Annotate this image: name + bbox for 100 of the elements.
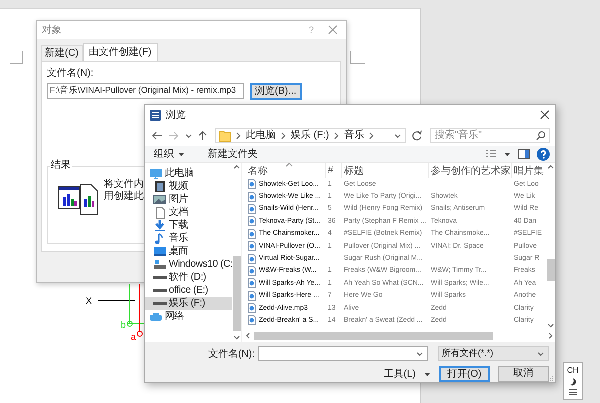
- tab[interactable]: 由文件创建(F): [82, 43, 158, 61]
- field-label: 文件名(N):: [47, 68, 95, 80]
- folder-icon: [219, 130, 231, 142]
- nav-item[interactable]: 文档: [145, 206, 232, 219]
- address-bar[interactable]: 此电脑 娱乐 (F:) 音乐: [215, 128, 406, 143]
- scrollbar-thumb[interactable]: [254, 332, 493, 340]
- picture-icon: [153, 194, 167, 206]
- scroll-right-icon[interactable]: [547, 332, 555, 340]
- scroll-up-icon[interactable]: [546, 163, 554, 171]
- video-icon: [153, 180, 167, 192]
- audio-file-icon: [248, 315, 256, 326]
- close-icon: [540, 110, 550, 120]
- field-label: 文件名(N):: [208, 348, 255, 360]
- breadcrumb-item[interactable]: 娱乐 (F:): [291, 130, 330, 142]
- audio-file-icon: [248, 266, 256, 276]
- audio-file-icon: [248, 278, 256, 288]
- caret-icon[interactable]: [504, 152, 511, 156]
- nav-item[interactable]: 图片: [145, 193, 232, 206]
- drive-icon: [153, 302, 167, 306]
- nav-item[interactable]: office (E:): [145, 284, 232, 297]
- resize-grip-icon[interactable]: [548, 375, 554, 381]
- audio-file-icon: [248, 216, 256, 226]
- sort-caret-icon: [286, 163, 292, 167]
- breadcrumb-item[interactable]: 此电脑: [246, 130, 276, 142]
- chevron-right-icon: [368, 130, 376, 140]
- audio-file-icon: [248, 241, 256, 252]
- column-header[interactable]: #: [326, 163, 342, 178]
- moon-icon: [570, 378, 576, 386]
- audio-file-icon: [248, 228, 256, 239]
- preview-pane-icon[interactable]: [518, 149, 530, 159]
- nav-item[interactable]: 桌面: [145, 245, 232, 258]
- chevron-right-icon: [280, 130, 287, 140]
- audio-file-icon: [248, 290, 256, 301]
- search-field[interactable]: 搜索"音乐": [430, 128, 550, 143]
- column-header[interactable]: 标题: [342, 163, 429, 178]
- description-text: 用创建此: [104, 191, 144, 203]
- computer-icon: [149, 168, 163, 180]
- nav-item[interactable]: 软件 (D:): [145, 271, 232, 284]
- diagram-label: X: [86, 296, 92, 306]
- tools-button[interactable]: 工具(L): [384, 367, 431, 381]
- description-text: 将文件内: [104, 179, 144, 190]
- audio-file-icon: [248, 204, 256, 214]
- column-header[interactable]: 参与创作的艺术家: [429, 163, 512, 178]
- audio-file-icon: [248, 254, 256, 264]
- chevron-down-icon: [537, 350, 545, 358]
- nav-item[interactable]: Windows10 (C:: [145, 258, 232, 271]
- nav-item[interactable]: 视频: [145, 180, 232, 193]
- up-arrow-icon[interactable]: [198, 130, 208, 141]
- nav-item[interactable]: 网络: [145, 310, 232, 323]
- nav-item[interactable]: 下载: [145, 219, 232, 232]
- system-drive-icon: [153, 258, 167, 270]
- refresh-icon[interactable]: [411, 130, 423, 142]
- group-label: 结果: [50, 160, 72, 172]
- search-icon: [536, 130, 546, 140]
- scroll-down-icon[interactable]: [546, 322, 554, 330]
- file-name-field[interactable]: [258, 346, 428, 361]
- chevron-right-icon: [235, 130, 242, 140]
- caret-icon: [178, 152, 185, 156]
- view-icon[interactable]: [486, 150, 497, 158]
- scrollbar-thumb[interactable]: [546, 258, 554, 282]
- browse-button[interactable]: 浏览(B)...: [250, 83, 302, 100]
- breadcrumb-item[interactable]: 音乐: [344, 130, 364, 142]
- menu-icon: [569, 389, 577, 396]
- tab[interactable]: 新建(C): [41, 45, 83, 61]
- network-icon: [149, 310, 163, 322]
- scroll-up-icon[interactable]: [232, 163, 240, 171]
- scroll-left-icon[interactable]: [244, 332, 252, 340]
- file-type-dropdown[interactable]: 所有文件(*.*): [438, 346, 549, 361]
- audio-file-icon: [248, 179, 256, 190]
- column-header[interactable]: 唱片集: [512, 163, 546, 178]
- close-icon: [328, 25, 338, 35]
- scrollbar-thumb[interactable]: [232, 256, 240, 331]
- document-chart-icon: [58, 183, 98, 215]
- corner-mark: [350, 51, 365, 65]
- audio-file-icon: [248, 303, 256, 314]
- cancel-button[interactable]: 取消: [498, 366, 549, 382]
- chevron-right-icon: [333, 130, 340, 140]
- chevron-down-icon[interactable]: [185, 132, 193, 140]
- nav-item[interactable]: 娱乐 (F:): [145, 297, 232, 310]
- chevron-down-icon: [416, 350, 424, 358]
- window-title: 对象: [42, 24, 62, 37]
- audio-file-icon: [248, 192, 256, 202]
- diagram-label: b: [121, 320, 126, 330]
- organize-button[interactable]: 组织: [151, 147, 188, 161]
- column-header[interactable]: 名称: [246, 163, 326, 178]
- ime-indicator[interactable]: CH: [563, 362, 583, 400]
- nav-item[interactable]: 音乐: [145, 232, 232, 245]
- back-arrow-icon[interactable]: [151, 130, 163, 140]
- help-icon[interactable]: [537, 148, 550, 160]
- input-field[interactable]: F:\音乐\VINAI-Pullover (Original Mix) - remix.mp3: [47, 83, 244, 99]
- nav-item[interactable]: 此电脑: [145, 167, 232, 180]
- new-folder-button[interactable]: 新建文件夹: [205, 147, 261, 161]
- open-button[interactable]: 打开(O): [439, 366, 490, 382]
- diagram-label: a: [131, 332, 136, 342]
- corner-mark: [10, 51, 24, 65]
- drive-icon: [153, 276, 167, 280]
- chevron-down-icon[interactable]: [394, 132, 402, 140]
- scroll-down-icon[interactable]: [232, 334, 240, 342]
- close-button[interactable]: [540, 110, 550, 120]
- document-icon: [153, 206, 167, 218]
